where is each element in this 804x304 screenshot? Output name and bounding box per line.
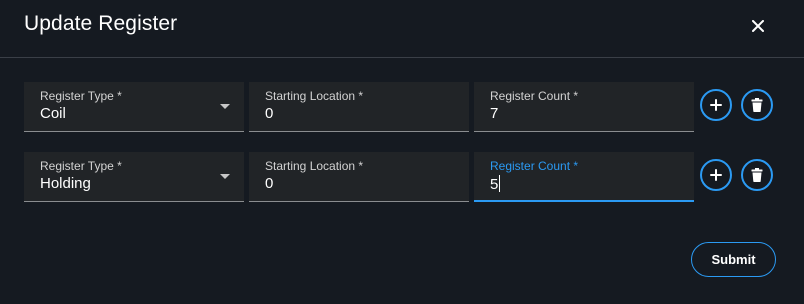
close-icon xyxy=(752,20,764,32)
add-row-button-row-1[interactable] xyxy=(700,89,732,121)
text-cursor xyxy=(499,175,501,192)
header-divider xyxy=(0,57,804,58)
trash-icon xyxy=(751,98,763,112)
submit-button[interactable]: Submit xyxy=(691,242,776,277)
register-type-label: Register Type * xyxy=(40,159,122,173)
register-type-select-row-1[interactable]: Register Type * Coil xyxy=(24,82,244,132)
starting-location-value: 0 xyxy=(265,105,274,122)
chevron-down-icon xyxy=(220,104,230,109)
starting-location-label: Starting Location * xyxy=(265,159,364,173)
dialog-title: Update Register xyxy=(24,12,178,35)
delete-row-button-row-1[interactable] xyxy=(741,89,773,121)
register-count-label: Register Count * xyxy=(490,89,579,103)
plus-icon xyxy=(710,169,722,181)
chevron-down-icon xyxy=(220,174,230,179)
register-count-label: Register Count * xyxy=(490,159,579,173)
register-count-value: 7 xyxy=(490,105,499,122)
add-row-button-row-2[interactable] xyxy=(700,159,732,191)
close-button[interactable] xyxy=(744,12,772,40)
trash-icon xyxy=(751,168,763,182)
register-type-label: Register Type * xyxy=(40,89,122,103)
starting-location-field-row-2[interactable]: Starting Location * 0 xyxy=(249,152,469,202)
register-count-value: 5 xyxy=(490,176,499,193)
register-type-select-row-2[interactable]: Register Type * Holding xyxy=(24,152,244,202)
register-count-value-wrapper: 5 xyxy=(490,175,501,194)
starting-location-field-row-1[interactable]: Starting Location * 0 xyxy=(249,82,469,132)
starting-location-label: Starting Location * xyxy=(265,89,364,103)
update-register-dialog: Update Register Register Type * Coil Sta… xyxy=(0,0,804,304)
plus-icon xyxy=(710,99,722,111)
register-type-value: Coil xyxy=(40,105,66,122)
register-count-field-row-1[interactable]: Register Count * 7 xyxy=(474,82,694,132)
delete-row-button-row-2[interactable] xyxy=(741,159,773,191)
register-type-value: Holding xyxy=(40,175,91,192)
starting-location-value: 0 xyxy=(265,175,274,192)
register-count-field-row-2[interactable]: Register Count * 5 xyxy=(474,152,694,202)
